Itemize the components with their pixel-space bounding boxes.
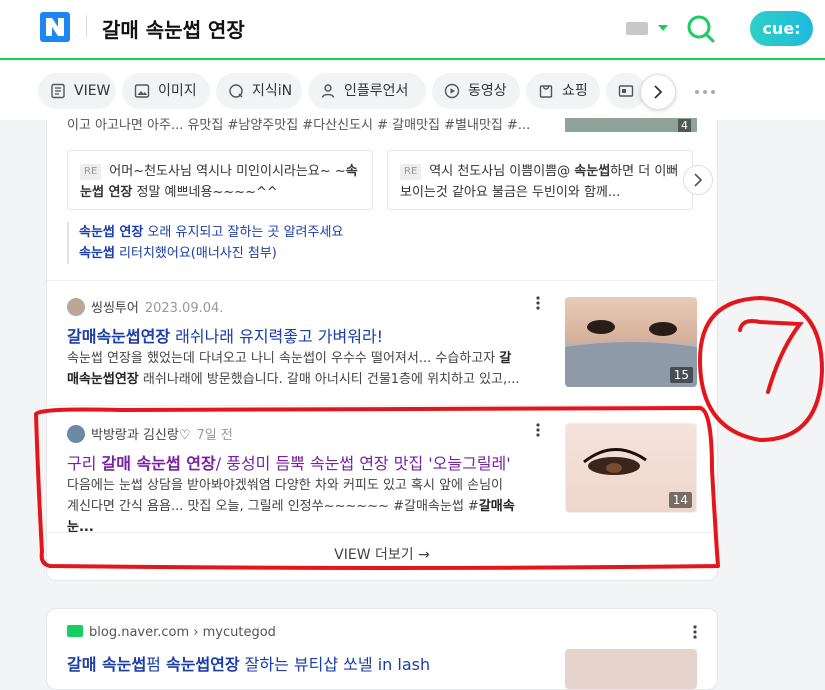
tab-view[interactable]: VIEW [38, 73, 116, 109]
image-icon [134, 84, 150, 98]
thumbnail-count: 15 [669, 367, 693, 383]
kebab-menu-icon[interactable] [536, 423, 540, 437]
result-date: 7일 전 [196, 428, 233, 443]
tab-image[interactable]: 이미지 [122, 73, 210, 109]
header-divider [86, 15, 87, 37]
result-thumbnail[interactable] [565, 649, 697, 689]
result-description: 속눈썹 연장을 했었는데 다녀오고 나니 속눈썹이 우수수 떨어져서... 수습… [67, 351, 520, 387]
result-thumbnail[interactable]: 15 [565, 297, 697, 387]
search-icon[interactable] [686, 14, 716, 44]
keyboard-icon[interactable] [626, 22, 648, 35]
view-more-button[interactable]: VIEW 더보기 → [47, 544, 717, 564]
related-post-link[interactable]: 속눈썹 리터치했어요(매너사진 첨부) [79, 243, 343, 264]
related-posts: 속눈썹 연장 오래 유지되고 잘하는 곳 알려주세요 속눈썹 리터치했어요(매너… [67, 222, 343, 264]
tab-kin[interactable]: 지식iN [216, 73, 302, 109]
result-thumbnail[interactable]: 14 [565, 423, 697, 513]
cue-button[interactable]: cue: [750, 11, 813, 46]
result-source[interactable]: blog.naver.com › mycutegod [67, 625, 276, 640]
reply-keyword: 속눈썹 [574, 164, 611, 179]
shopping-bag-icon [539, 85, 553, 98]
view-results-card: 이고 아고나면 아주... 유맛집 #남양주맛집 #다산신도시 # 갈매맛집 #… [46, 118, 718, 581]
chevron-down-icon[interactable] [658, 25, 668, 31]
reply-badge: RE [400, 164, 422, 180]
search-tabs: VIEW 이미지 지식iN 인플루언서 동영상 쇼핑 [0, 62, 825, 120]
result-author[interactable]: 씽씽투어 2023.09.04. [67, 297, 223, 316]
thumbnail-count: 14 [668, 492, 692, 508]
result-thumbnail[interactable]: 4 [565, 118, 697, 132]
kebab-menu-icon[interactable] [536, 296, 540, 310]
document-icon [51, 83, 65, 99]
tab-label: 이미지 [158, 83, 197, 99]
replies-next-button[interactable] [683, 165, 713, 195]
result-divider [47, 280, 717, 281]
tab-label: 지식iN [252, 83, 293, 99]
tabs-next-button[interactable] [640, 74, 676, 110]
tab-video[interactable]: 동영상 [432, 73, 520, 109]
avatar [67, 298, 85, 316]
kin-icon [229, 84, 243, 98]
result-date: 2023.09.04. [144, 301, 224, 316]
blog-icon [67, 625, 83, 637]
tab-label: 인플루언서 [344, 83, 409, 99]
tab-label: VIEW [74, 83, 111, 99]
reply-text: 정말 예쁘네용~~~~^^ [132, 185, 278, 200]
tab-label: 쇼핑 [562, 83, 588, 99]
reply-card[interactable]: RE 어머~천도사님 역시나 미인이시라는요~ ~속눈썹 연장 정말 예쁘네용~~… [67, 150, 373, 210]
blog-result-card: blog.naver.com › mycutegod 갈매 속눈썹펌 속눈썹연장… [46, 608, 718, 690]
chevron-right-icon [694, 173, 703, 187]
news-icon [618, 85, 634, 97]
tab-label: 동영상 [468, 83, 507, 99]
search-header: 갈매 속눈썹 연장 cue: [0, 0, 825, 60]
chevron-right-icon [654, 85, 663, 99]
reply-text: 어머~천도사님 역시나 미인이시라는요~ ~ [109, 164, 346, 179]
result-description: 다음에는 눈썹 상담을 받아봐야겠쒀염 다양한 차와 커피도 있고 혹시 앞에 … [67, 478, 515, 535]
thumbnail-count: 4 [678, 119, 691, 132]
play-icon [444, 83, 460, 99]
tab-influencer[interactable]: 인플루언서 [308, 73, 426, 109]
result-divider [47, 405, 717, 406]
naver-logo-icon[interactable] [40, 12, 70, 42]
result-snippet[interactable]: 이고 아고나면 아주... 유맛집 #남양주맛집 #다산신도시 # 갈매맛집 #… [67, 114, 537, 133]
reply-card[interactable]: RE 역시 천도사님 이쁨이쁨@ 속눈썹하면 더 이뻐 보이는것 같아요 불금은 … [387, 150, 693, 210]
result-title-link[interactable]: 갈매속눈썹연장 래쉬나래 유지력좋고 가벼워라! [67, 323, 383, 347]
avatar [67, 425, 85, 443]
reply-text: 역시 천도사님 이쁨이쁨@ [429, 164, 575, 179]
search-query[interactable]: 갈매 속눈썹 연장 [102, 14, 245, 43]
more-icon[interactable] [694, 89, 716, 95]
result-author[interactable]: 박방랑과 김신랑♡ 7일 전 [67, 424, 233, 443]
result-title-link[interactable]: 갈매 속눈썹펌 속눈썹연장 잘하는 뷰티샵 쏘넬 in lash [67, 651, 430, 675]
result-title-link[interactable]: 구리 갈매 속눈썹 연장/ 풍성미 듬뿍 속눈썹 연장 맛집 '오늘그릴레' [67, 450, 511, 474]
kebab-menu-icon[interactable] [693, 625, 697, 639]
result-divider [47, 532, 717, 533]
related-post-link[interactable]: 속눈썹 연장 오래 유지되고 잘하는 곳 알려주세요 [79, 222, 343, 243]
tab-shopping[interactable]: 쇼핑 [526, 73, 600, 109]
reply-badge: RE [80, 164, 102, 180]
person-icon [321, 84, 335, 98]
